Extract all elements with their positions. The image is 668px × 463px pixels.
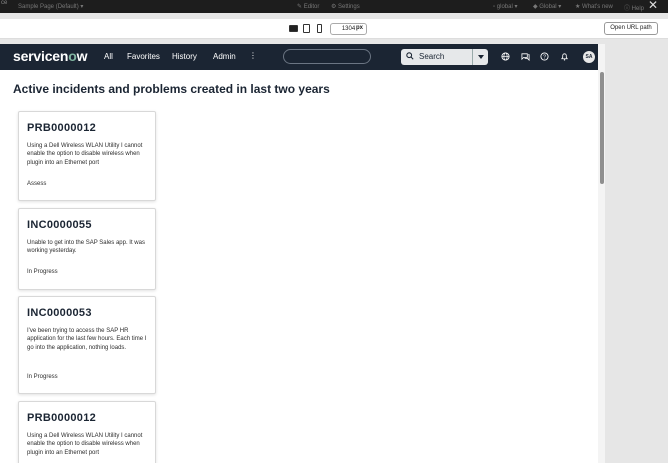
context-pill[interactable]	[283, 49, 371, 64]
record-state: In Progress	[27, 374, 58, 380]
more-menu-icon[interactable]: ⋮	[249, 51, 257, 61]
application-label: Global	[539, 4, 557, 10]
chat-icon[interactable]	[521, 52, 530, 61]
settings-tab[interactable]: ⚙ Settings	[331, 3, 360, 10]
nav-all[interactable]: All	[104, 52, 113, 62]
record-state: In Progress	[27, 269, 58, 275]
record-card[interactable]: PRB0000012 Using a Dell Wireless WLAN Ut…	[18, 111, 156, 201]
record-number: PRB0000012	[27, 122, 97, 134]
search-scope-dropdown[interactable]	[472, 49, 488, 65]
record-description: Using a Dell Wireless WLAN Utility I can…	[27, 433, 143, 456]
help-icon[interactable]: ?	[540, 52, 549, 61]
logo-prefix: servicen	[13, 48, 69, 64]
whats-new-label: What's new	[582, 4, 613, 10]
record-number: PRB0000012	[27, 412, 97, 424]
globe-icon[interactable]	[501, 52, 510, 61]
search-label: Search	[419, 52, 445, 61]
open-url-path-button[interactable]: Open URL path	[604, 22, 658, 35]
record-description: Using a Dell Wireless WLAN Utility I can…	[27, 143, 143, 166]
logo-suffix: w	[76, 48, 88, 64]
record-number: INC0000053	[27, 307, 92, 319]
record-card[interactable]: INC0000055 Unable to get into the SAP Sa…	[18, 208, 156, 290]
application-selector[interactable]: ◆ Global ▾	[533, 3, 561, 10]
nav-history[interactable]: History	[172, 52, 197, 62]
record-description: Unable to get into the SAP Sales app. It…	[27, 240, 145, 255]
global-search-input[interactable]: Search	[401, 49, 472, 65]
settings-label: Settings	[338, 4, 360, 10]
user-avatar[interactable]: SA	[583, 51, 595, 63]
page-title: Active incidents and problems created in…	[13, 82, 330, 96]
viewport-unit-label: px	[356, 25, 364, 31]
desktop-icon[interactable]	[289, 25, 298, 32]
left-code: ce	[1, 0, 8, 6]
editor-label: Editor	[303, 4, 320, 10]
record-card[interactable]: INC0000053 I've been trying to access th…	[18, 296, 156, 394]
help-link[interactable]: ⓘ Help	[624, 3, 644, 12]
mobile-icon[interactable]	[317, 24, 322, 33]
servicenow-logo[interactable]: servicenow	[13, 49, 87, 64]
search-icon	[406, 52, 414, 60]
canvas-margin	[605, 44, 668, 463]
scope-label: global	[496, 4, 513, 10]
viewport-toolbar: 1304 px Open URL path	[0, 19, 668, 39]
close-icon[interactable]: ✕	[648, 0, 658, 12]
whats-new-link[interactable]: ★ What's new	[575, 3, 613, 10]
scope-selector[interactable]: ▫ global ▾	[493, 3, 518, 10]
record-number: INC0000055	[27, 219, 92, 231]
record-state: Assess	[27, 181, 47, 187]
servicenow-header: servicenow All Favorites History Admin ⋮…	[0, 44, 605, 70]
frame-scrollbar-thumb[interactable]	[600, 72, 604, 184]
notification-bell-icon[interactable]	[560, 52, 569, 61]
nav-admin[interactable]: Admin	[213, 52, 236, 62]
record-card[interactable]: PRB0000012 Using a Dell Wireless WLAN Ut…	[18, 401, 156, 463]
page-preview-frame: servicenow All Favorites History Admin ⋮…	[0, 44, 605, 463]
logo-accent: o	[68, 48, 77, 64]
help-label: Help	[631, 6, 645, 12]
tablet-icon[interactable]	[303, 24, 310, 33]
editor-tab[interactable]: ✎ Editor	[297, 3, 319, 10]
page-selector[interactable]: Sample Page (Default) ▾	[18, 3, 83, 10]
nav-favorites[interactable]: Favorites	[127, 52, 160, 62]
record-description: I've been trying to access the SAP HR ap…	[27, 328, 147, 351]
svg-text:?: ?	[543, 54, 546, 60]
builder-toolbar: ce Sample Page (Default) ▾ ✎ Editor ⚙ Se…	[0, 0, 668, 13]
